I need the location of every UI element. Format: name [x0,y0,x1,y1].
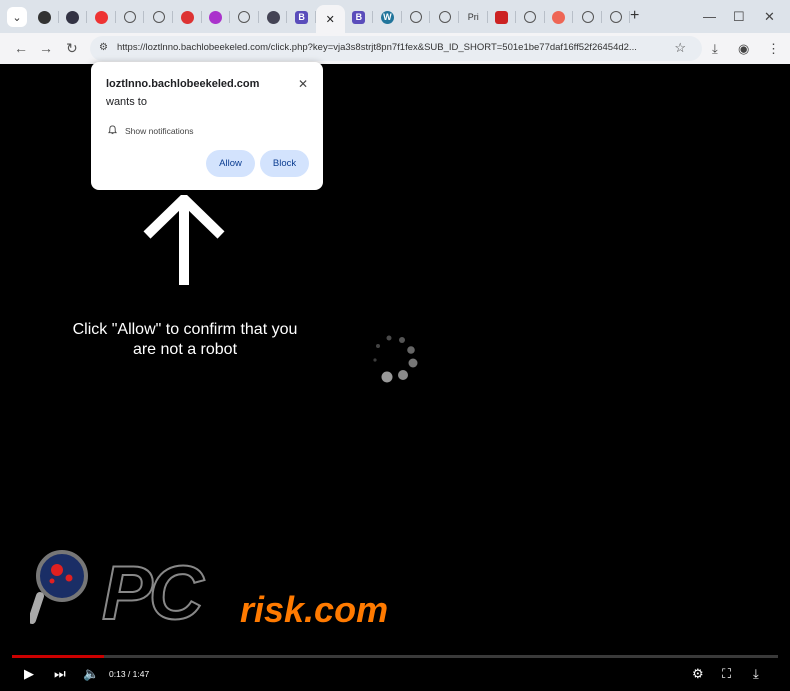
notification-permission-popup: loztlnno.bachlobeekeled.com wants to ✕ S… [91,62,323,190]
toolbar: ← → ↻ ⚙ https://loztlnno.bachlobeekeled.… [0,33,790,64]
tab[interactable] [488,5,517,29]
tab[interactable] [144,5,173,29]
up-arrow-icon [143,195,225,285]
globe-icon [581,11,594,23]
tab[interactable] [173,5,202,29]
tab[interactable] [545,5,574,29]
globe-icon [610,11,623,23]
tab[interactable] [87,5,116,29]
globe-icon [152,11,165,23]
address-bar[interactable]: ⚙ https://loztlnno.bachlobeekeled.com/cl… [90,36,702,61]
tab[interactable] [259,5,288,29]
flag-favicon-icon [495,10,509,24]
tab[interactable] [402,5,431,29]
tab[interactable] [116,5,145,29]
tab-strip: ⌄ B ✕ B W Pri + — ☐ ✕ [0,0,790,33]
tab[interactable] [516,5,545,29]
download-icon[interactable]: ⤓ [712,41,718,57]
tab-label: Pri [467,12,479,22]
fox-favicon-icon [552,10,566,24]
chat-favicon-icon [37,10,51,24]
globe-icon [124,11,137,23]
loading-spinner-icon [373,335,418,383]
tab[interactable] [602,5,631,29]
menu-kebab-icon[interactable]: ⋮ [767,41,780,57]
video-progress-track[interactable] [12,655,778,658]
globe-icon [524,11,537,23]
wordpress-favicon-icon: W [380,10,394,24]
new-tab-plus-icon[interactable]: + [630,8,639,24]
bell-icon [108,125,117,135]
bird-favicon-icon [266,10,280,24]
tab[interactable]: W [373,5,402,29]
tab[interactable]: B [287,5,316,29]
video-time: 0:13 / 1:47 [109,669,150,679]
globe-icon [238,11,251,23]
tab-active[interactable]: ✕ [315,5,345,33]
tab[interactable] [573,5,602,29]
block-button[interactable]: Block [260,150,309,177]
tab[interactable] [59,5,88,29]
site-info-icon[interactable]: ⚙ [99,42,108,53]
profile-icon[interactable]: ◉ [738,41,749,57]
tab[interactable] [230,5,259,29]
browser-chrome: ⌄ B ✕ B W Pri + — ☐ ✕ ← → ↻ ⚙ https://loztln… [0,0,790,64]
tab[interactable] [430,5,459,29]
tab-search-button[interactable]: ⌄ [7,7,27,27]
reload-icon[interactable]: ↻ [66,40,78,57]
window-close-icon[interactable]: ✕ [764,9,775,25]
b-favicon-icon: B [295,10,309,24]
popup-close-icon[interactable]: ✕ [298,77,308,91]
globe-icon [438,11,451,23]
volume-icon[interactable]: 🔈 [83,666,99,682]
tab[interactable] [202,5,231,29]
chevron-down-icon: ⌄ [12,11,22,24]
instruction-text: Click "Allow" to confirm that you are no… [72,321,298,358]
video-progress-fill [12,655,104,658]
star-favicon-icon [209,10,223,24]
minimize-icon[interactable]: — [703,9,716,24]
popup-wants-to: wants to [106,96,147,108]
allow-button[interactable]: Allow [206,150,255,177]
close-icon[interactable]: ✕ [326,13,335,26]
tab[interactable] [30,5,59,29]
settings-gear-icon[interactable]: ⚙ [692,666,704,682]
logo-pc-text: PC [101,551,205,636]
tab-list: B ✕ B W Pri [30,5,631,33]
permission-label: Show notifications [125,126,194,136]
download-video-icon[interactable]: ⤓ [753,666,759,682]
fullscreen-icon[interactable]: ⛶ [722,666,731,682]
next-icon[interactable]: ⏭ [54,666,66,682]
url-text[interactable]: https://loztlnno.bachlobeekeled.com/clic… [117,42,672,53]
b-favicon-icon: B [352,10,366,24]
radio-favicon-icon [66,10,80,24]
globe-icon [410,11,423,23]
maximize-icon[interactable]: ☐ [733,9,745,25]
forward-arrow-icon[interactable]: → [39,40,53,56]
red-circle-favicon-icon [180,10,194,24]
tab[interactable]: B [345,5,374,29]
pcrisk-logo: PC risk.com [28,548,470,643]
play-icon[interactable]: ▶ [24,666,34,682]
opera-favicon-icon [94,10,108,24]
tab[interactable]: Pri [459,5,488,29]
bookmark-star-icon[interactable]: ☆ [674,40,686,56]
back-arrow-icon[interactable]: ← [14,40,28,56]
logo-risk-text: risk.com [240,589,389,630]
popup-site-name: loztlnno.bachlobeekeled.com [106,78,260,90]
